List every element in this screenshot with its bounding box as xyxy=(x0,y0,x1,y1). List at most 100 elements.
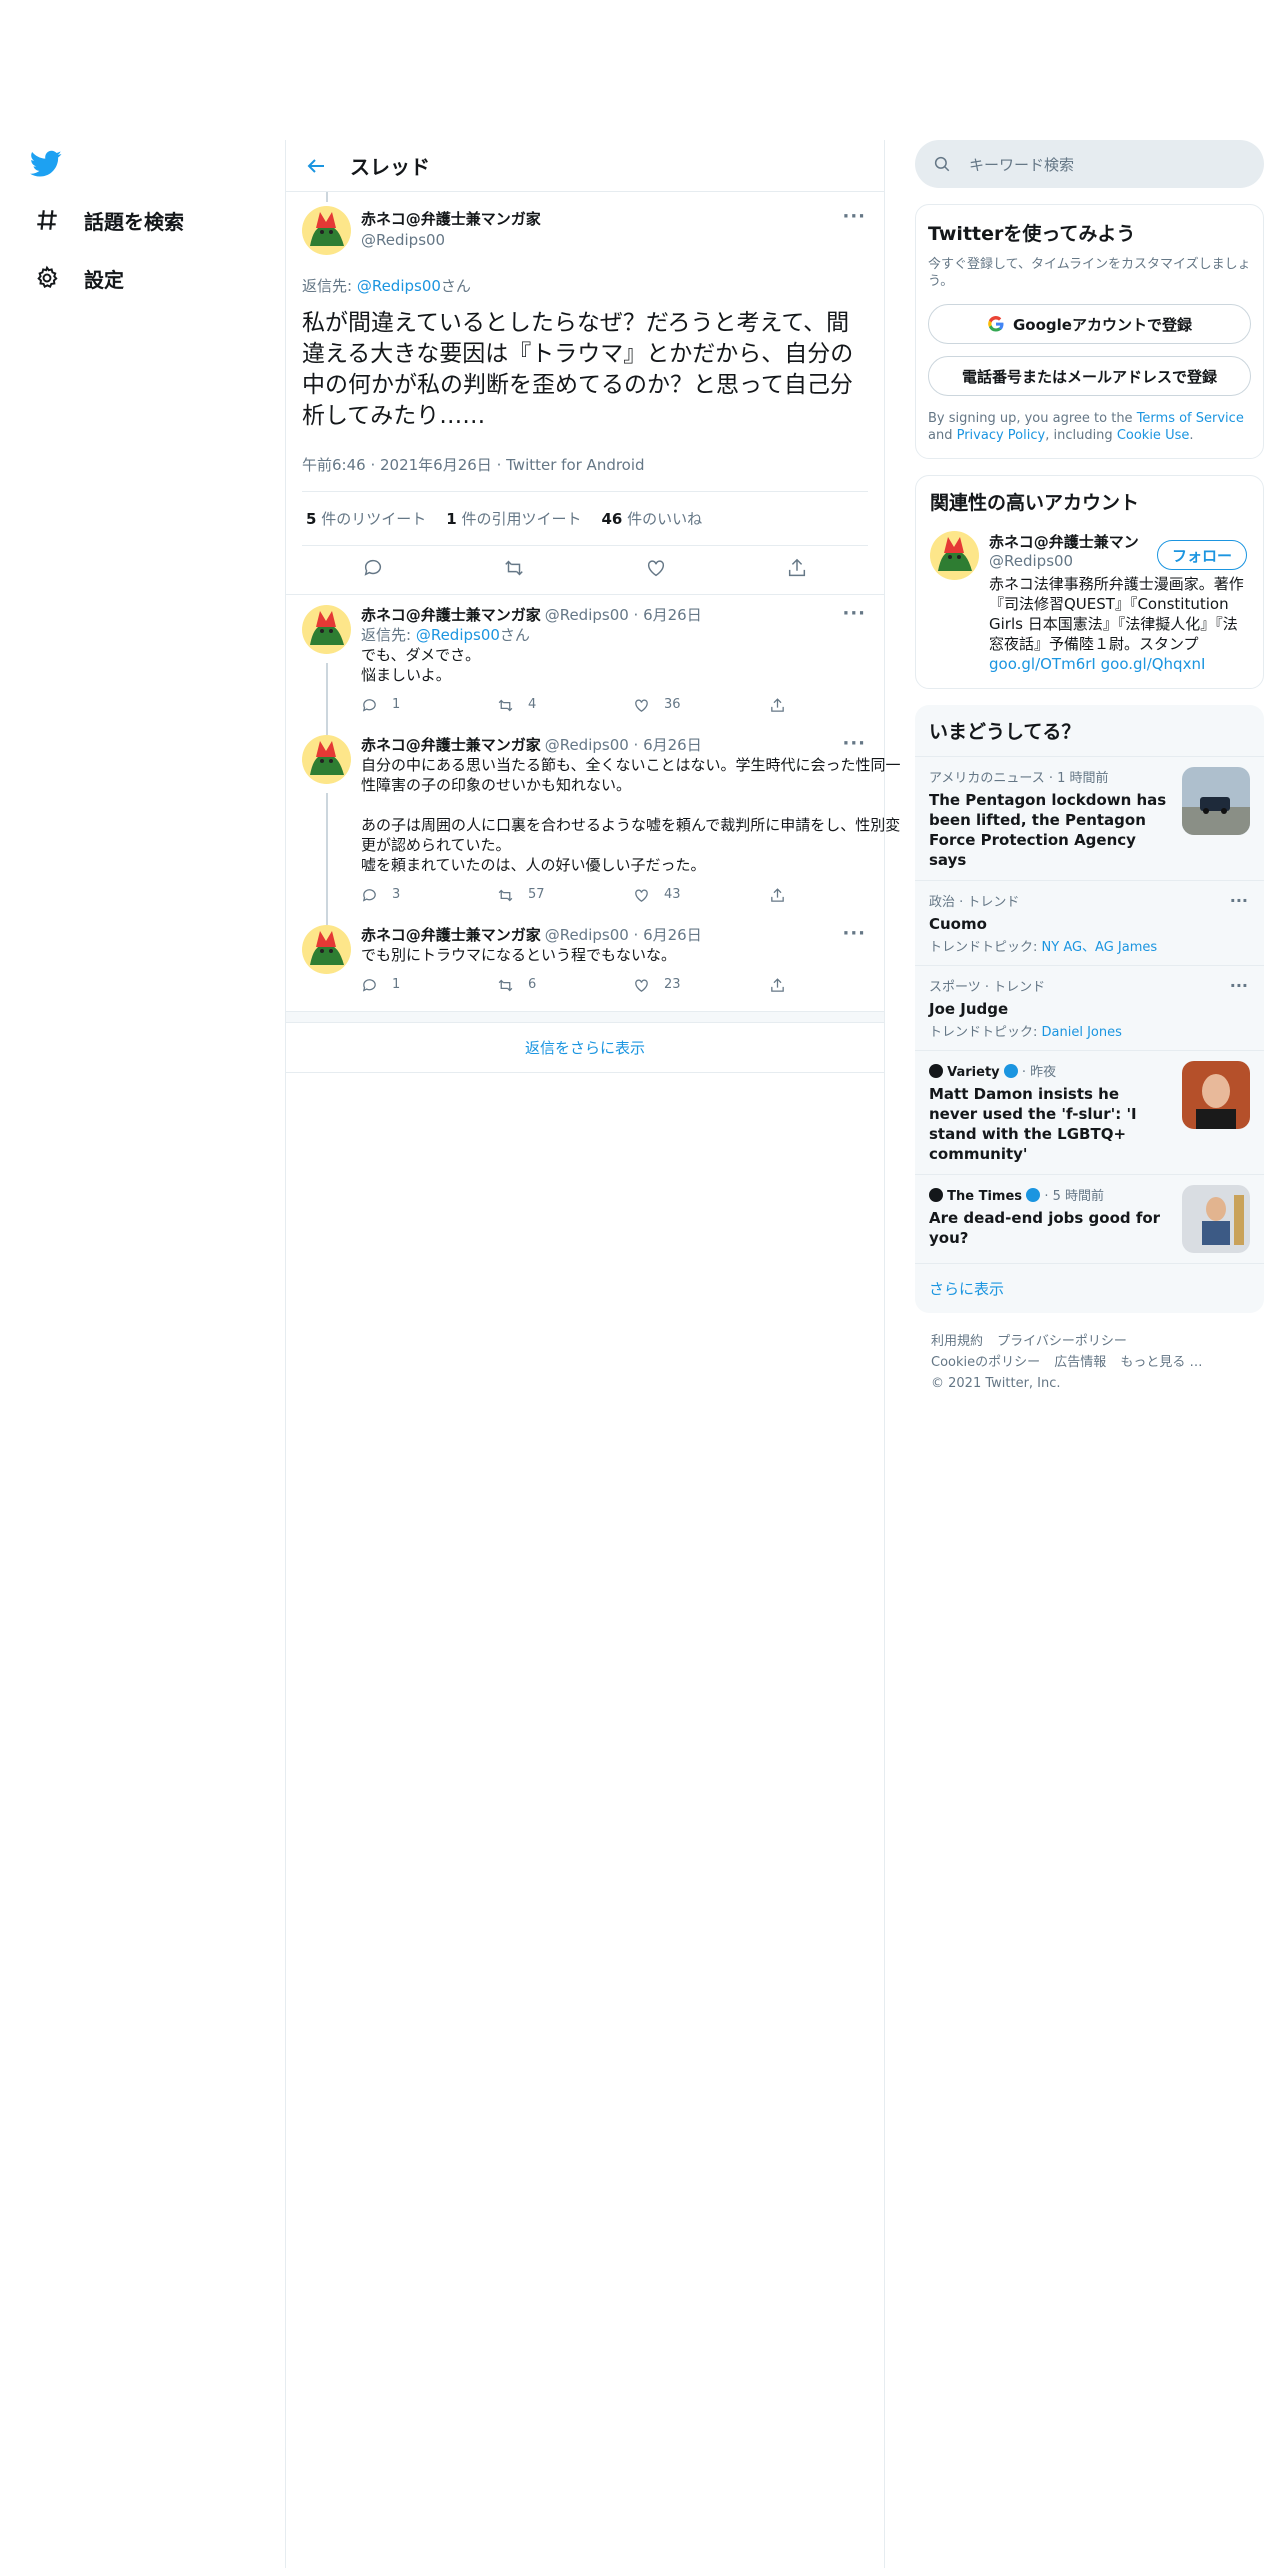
author-name[interactable]: 赤ネコ@弁護士兼マンガ家 xyxy=(361,605,541,625)
author-handle-date[interactable]: @Redips00 · 6月26日 xyxy=(545,605,702,625)
retweet-action[interactable]: 4 xyxy=(497,695,633,715)
nav-settings[interactable]: 設定 xyxy=(30,258,124,298)
like-action[interactable]: 36 xyxy=(633,695,769,715)
more-options-icon[interactable]: ··· xyxy=(1230,976,1248,995)
twitter-logo-icon[interactable] xyxy=(30,150,62,178)
author-name[interactable]: 赤ネコ@弁護士兼マンガ家 xyxy=(361,735,541,755)
retweet-action[interactable]: 57 xyxy=(497,885,633,905)
terms-link[interactable]: Terms of Service xyxy=(1137,411,1244,426)
privacy-link[interactable]: Privacy Policy xyxy=(957,428,1046,443)
trend-item[interactable]: スポーツ · トレンド Joe Judge トレンドトピック: Daniel J… xyxy=(915,965,1264,1050)
reply-action[interactable]: 1 xyxy=(361,695,497,715)
back-arrow-icon[interactable] xyxy=(304,154,328,178)
share-action[interactable] xyxy=(769,695,905,715)
author-handle-date[interactable]: @Redips00 · 6月26日 xyxy=(545,735,702,755)
retweet-count[interactable]: 5 件のリツイート xyxy=(306,508,426,529)
trend-topic-link[interactable]: NY AG、AG James xyxy=(1042,940,1158,955)
show-more-replies-link[interactable]: 返信をさらに表示 xyxy=(286,1023,884,1073)
avatar[interactable] xyxy=(302,206,351,255)
more-options-icon[interactable]: ··· xyxy=(842,206,866,227)
like-action[interactable]: 43 xyxy=(633,885,769,905)
trend-item[interactable]: 政治 · トレンド Cuomo トレンドトピック: NY AG、AG James… xyxy=(915,880,1264,965)
reply-tweet[interactable]: 赤ネコ@弁護士兼マンガ家 @Redips00 · 6月26日 自分の中にある思い当… xyxy=(286,725,901,925)
thread-line xyxy=(326,793,328,925)
follow-button[interactable]: フォロー xyxy=(1156,540,1247,570)
more-options-icon[interactable]: ··· xyxy=(842,923,866,944)
reply-to-line: 返信先: @Redips00さん xyxy=(361,626,530,644)
like-count[interactable]: 46 件のいいね xyxy=(601,508,702,529)
tweet-text: あの子は周囲の人に口裏を合わせるような嘘を頼んで裁判所に申請をし、性別変更が認め… xyxy=(361,816,901,854)
trend-headline: The Pentagon lockdown has been lifted, t… xyxy=(929,791,1167,869)
account-bio: 赤ネコ法律事務所弁護士漫画家。著作『司法修習QUEST』『Constitutio… xyxy=(989,575,1244,673)
share-icon xyxy=(771,887,784,902)
trend-item[interactable]: Variety · 昨夜 Matt Damon insists he never… xyxy=(915,1050,1264,1174)
tweet-time[interactable]: 午前6:46 xyxy=(302,456,366,474)
quote-count[interactable]: 1 件の引用ツイート xyxy=(446,508,581,529)
like-action[interactable]: 23 xyxy=(633,975,769,995)
trend-topics: トレンドトピック: Daniel Jones xyxy=(929,1025,1122,1040)
more-options-icon[interactable]: ··· xyxy=(842,603,866,624)
author-handle[interactable]: @Redips00 xyxy=(361,231,541,249)
hash-icon xyxy=(30,203,64,237)
bio-link[interactable]: goo.gl/OTm6rI xyxy=(989,655,1096,673)
trends-card: いまどうしてる？ アメリカのニュース · 1 時間前 The Pentagon … xyxy=(915,705,1264,1313)
nav-explore[interactable]: 話題を検索 xyxy=(30,200,184,240)
retweet-action[interactable]: 6 xyxy=(497,975,633,995)
footer-link[interactable]: 広告情報 xyxy=(1054,1355,1106,1370)
share-icon[interactable] xyxy=(786,557,808,583)
page-title: スレッド xyxy=(350,155,430,179)
share-icon xyxy=(771,977,784,992)
trends-title: いまどうしてる？ xyxy=(929,721,1081,743)
variety-logo-icon xyxy=(929,1064,943,1078)
tweet-stats: 5 件のリツイート 1 件の引用ツイート 46 件のいいね xyxy=(302,492,868,546)
show-more-trends-link[interactable]: さらに表示 xyxy=(915,1263,1264,1313)
like-icon[interactable] xyxy=(645,557,667,583)
trend-item[interactable]: The Times · 5 時間前 Are dead-end jobs good… xyxy=(915,1174,1264,1263)
main-tweet: 赤ネコ@弁護士兼マンガ家 @Redips00 ··· 返信先: @Redips0… xyxy=(286,192,884,595)
reply-tweet[interactable]: 赤ネコ@弁護士兼マンガ家 @Redips00 · 6月26日 でも別にトラウマにな… xyxy=(286,915,884,1005)
footer-link[interactable]: もっと見る … xyxy=(1120,1355,1202,1370)
bio-link[interactable]: goo.gl/QhqxnI xyxy=(1101,655,1206,673)
google-signup-label: Googleアカウントで登録 xyxy=(1013,315,1192,334)
footer-link[interactable]: プライバシーポリシー xyxy=(997,1334,1127,1349)
footer-link[interactable]: Cookieのポリシー xyxy=(931,1355,1040,1370)
related-title: 関連性の高いアカウント xyxy=(930,492,1140,514)
avatar[interactable] xyxy=(930,531,979,580)
tweet-actions: 3 57 43 xyxy=(361,885,905,905)
avatar[interactable] xyxy=(302,735,351,784)
reply-tweet[interactable]: 赤ネコ@弁護士兼マンガ家 @Redips00 · 6月26日 返信先: @Redi… xyxy=(286,595,884,735)
reply-to-prefix: 返信先: xyxy=(302,277,357,295)
reply-action[interactable]: 1 xyxy=(361,975,497,995)
author-handle-date[interactable]: @Redips00 · 6月26日 xyxy=(545,925,702,945)
trend-meta: The Times · 5 時間前 xyxy=(929,1185,1168,1204)
trend-topic-link[interactable]: Daniel Jones xyxy=(1042,1025,1122,1040)
avatar[interactable] xyxy=(302,925,351,974)
search-placeholder: キーワード検索 xyxy=(969,155,1075,174)
reply-to-link[interactable]: @Redips00 xyxy=(416,626,500,644)
author-name[interactable]: 赤ネコ@弁護士兼マンガ家 xyxy=(361,925,541,945)
google-icon xyxy=(987,315,1005,333)
retweet-icon xyxy=(498,889,513,901)
more-options-icon[interactable]: ··· xyxy=(842,733,866,754)
retweet-icon[interactable] xyxy=(503,557,525,583)
trend-source: Variety xyxy=(947,1065,1000,1080)
reply-icon[interactable] xyxy=(362,557,384,583)
share-action[interactable] xyxy=(769,975,905,995)
phone-signup-button[interactable]: 電話番号またはメールアドレスで登録 xyxy=(928,356,1251,396)
reply-action[interactable]: 3 xyxy=(361,885,497,905)
footer-link[interactable]: 利用規約 xyxy=(931,1334,983,1349)
avatar[interactable] xyxy=(302,605,351,654)
reply-to-link[interactable]: @Redips00 xyxy=(357,277,441,295)
more-options-icon[interactable]: ··· xyxy=(1230,891,1248,910)
reply-to-line: 返信先: @Redips00さん xyxy=(302,275,868,296)
google-signup-button[interactable]: Googleアカウントで登録 xyxy=(928,304,1251,344)
trend-source: The Times xyxy=(947,1189,1023,1204)
search-input[interactable]: キーワード検索 xyxy=(915,140,1264,188)
tweet-meta: 午前6:46 · 2021年6月26日 · Twitter for Androi… xyxy=(302,454,868,492)
share-action[interactable] xyxy=(769,885,905,905)
trend-item[interactable]: アメリカのニュース · 1 時間前 The Pentagon lockdown … xyxy=(915,756,1264,880)
cookie-link[interactable]: Cookie Use xyxy=(1117,428,1190,443)
related-accounts-card: 関連性の高いアカウント 赤ネコ@弁護士兼マン @Redips00 赤ネコ法律事務… xyxy=(915,475,1264,689)
author-name[interactable]: 赤ネコ@弁護士兼マンガ家 xyxy=(361,208,541,229)
tweet-date[interactable]: 2021年6月26日 xyxy=(380,456,492,474)
